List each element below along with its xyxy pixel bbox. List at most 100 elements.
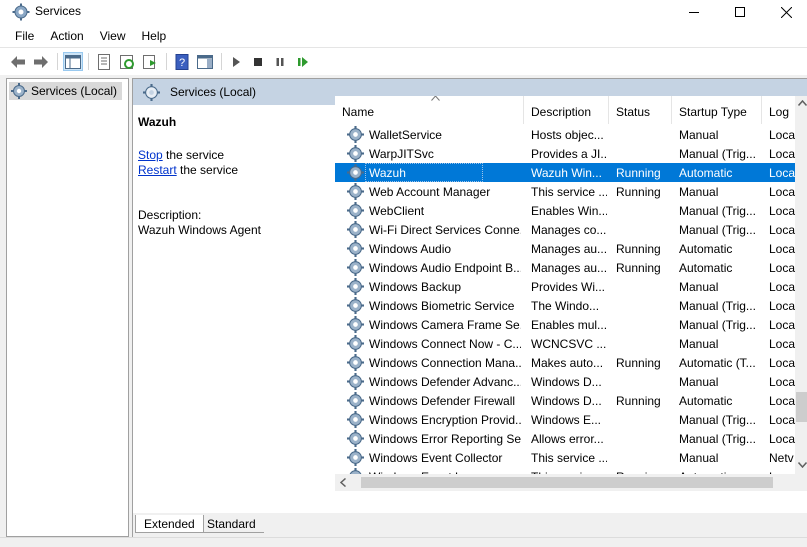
column-header-description[interactable]: Description [524, 96, 609, 124]
service-row[interactable]: Windows Audio Manages au... Running Automat… [335, 239, 795, 258]
resume-service-button[interactable] [293, 52, 313, 71]
help-book-icon: ? [175, 53, 189, 70]
tab-standard[interactable]: Standard [199, 515, 264, 533]
pane-title: Services (Local) [170, 85, 257, 99]
service-gear-icon [347, 297, 364, 314]
menu-help[interactable]: Help [134, 26, 175, 46]
service-description-cell: The Windo... [531, 299, 600, 313]
vertical-scrollbar[interactable] [795, 96, 807, 474]
service-row[interactable]: Wi-Fi Direct Services Conne... Manages co… [335, 220, 795, 239]
service-name-cell: Windows Encryption Provid... [369, 413, 521, 427]
export-list-button[interactable] [140, 52, 160, 71]
pause-icon [276, 57, 284, 66]
refresh-button[interactable] [117, 52, 137, 71]
show-hide-action-pane-button[interactable] [195, 52, 215, 71]
service-description-cell: WCNCSVC ... [531, 337, 607, 351]
service-gear-icon [347, 335, 364, 352]
close-icon [780, 6, 792, 18]
service-row[interactable]: WalletService Hosts objec... Manual Loca [335, 125, 795, 144]
service-description-cell: Makes auto... [531, 356, 604, 370]
service-gear-icon [347, 145, 364, 162]
service-row[interactable]: Windows Backup Provides Wi... Manual Loca [335, 277, 795, 296]
service-row[interactable]: Windows Defender Advanc... Windows D... Ma… [335, 372, 795, 391]
service-name-cell: Windows Connection Mana... [369, 356, 521, 370]
column-header-label: Startup Type [679, 105, 747, 119]
service-row[interactable]: Windows Event Collector This service ... M… [335, 448, 795, 467]
service-log-on-as-cell: Loca [769, 204, 795, 218]
console-tree: Services (Local) [6, 78, 129, 537]
service-name-cell: Wi-Fi Direct Services Conne... [369, 223, 521, 237]
service-row[interactable]: Windows Audio Endpoint B... Manages au...… [335, 258, 795, 277]
close-button[interactable] [763, 0, 807, 24]
view-tabs: Extended Standard [133, 513, 807, 538]
restart-service-link[interactable]: Restart [138, 163, 177, 177]
service-row[interactable]: Windows Defender Firewall Windows D... Run… [335, 391, 795, 410]
service-log-on-as-cell: Loca [769, 413, 795, 427]
service-row[interactable]: Windows Connect Now - C... WCNCSVC ... Man… [335, 334, 795, 353]
service-gear-icon [347, 259, 364, 276]
column-header-startup-type[interactable]: Startup Type [672, 96, 762, 124]
service-log-on-as-cell: Loca [769, 356, 795, 370]
service-name-cell: Windows Error Reporting Se... [369, 432, 521, 446]
service-description-cell: Windows E... [531, 413, 602, 427]
service-row[interactable]: Wazuh Wazuh Win... Running Automatic Loca [335, 163, 795, 182]
service-name-cell: Windows Defender Firewall [369, 394, 516, 408]
service-row[interactable]: Windows Encryption Provid... Windows E...… [335, 410, 795, 429]
service-log-on-as-cell: Loca [769, 185, 795, 199]
description-text: Wazuh Windows Agent [138, 223, 261, 237]
service-log-on-as-cell: Loca [769, 223, 795, 237]
service-status-cell: Running [616, 394, 661, 408]
vertical-scroll-thumb[interactable] [796, 392, 807, 422]
service-gear-icon [347, 430, 364, 447]
menu-view[interactable]: View [92, 26, 134, 46]
column-header-name[interactable]: Name [335, 96, 524, 124]
horizontal-scroll-thumb[interactable] [361, 477, 773, 488]
service-startup-type-cell: Automatic [679, 166, 733, 180]
help-button[interactable]: ? [172, 52, 192, 71]
service-log-on-as-cell: Loca [769, 299, 795, 313]
service-row[interactable]: Windows Connection Mana... Makes auto... R… [335, 353, 795, 372]
service-row[interactable]: WebClient Enables Win... Manual (Trig... Lo… [335, 201, 795, 220]
service-startup-type-cell: Automatic (T... [679, 356, 756, 370]
properties-button[interactable] [94, 52, 114, 71]
status-bar [0, 537, 807, 547]
pause-service-button[interactable] [270, 52, 290, 71]
show-hide-console-tree-button[interactable] [63, 52, 83, 71]
tree-item-services-local[interactable]: Services (Local) [9, 82, 123, 100]
service-description-cell: Windows D... [531, 394, 602, 408]
menu-bar: File Action View Help [0, 26, 807, 46]
service-row[interactable]: Web Account Manager This service ... Runni… [335, 182, 795, 201]
menu-action[interactable]: Action [42, 26, 91, 46]
scroll-down-icon [798, 462, 807, 468]
service-description-cell: This service ... [531, 185, 607, 199]
service-startup-type-cell: Manual [679, 451, 719, 465]
start-service-button[interactable] [226, 52, 246, 71]
tree-item-label: Services (Local) [31, 84, 118, 98]
stop-service-button[interactable] [248, 52, 268, 71]
column-header-status[interactable]: Status [609, 96, 672, 124]
tab-extended[interactable]: Extended [135, 515, 204, 533]
service-status-cell: Running [616, 242, 661, 256]
service-gear-icon [347, 278, 364, 295]
service-log-on-as-cell: Loca [769, 242, 795, 256]
service-row[interactable]: Windows Camera Frame Se... Enables mul...… [335, 315, 795, 334]
service-name-cell: Windows Backup [369, 280, 462, 294]
service-name-cell: Windows Audio [369, 242, 452, 256]
back-arrow-icon [11, 55, 25, 68]
restart-action-text: the service [176, 163, 239, 177]
stop-service-link[interactable]: Stop [138, 148, 163, 162]
service-log-on-as-cell: Loca [769, 261, 795, 275]
back-button[interactable] [8, 52, 28, 71]
service-row[interactable]: Windows Error Reporting Se... Allows erro… [335, 429, 795, 448]
column-header-label: Description [531, 105, 592, 119]
maximize-button[interactable] [717, 0, 763, 24]
menu-file[interactable]: File [0, 26, 42, 46]
minimize-button[interactable] [671, 0, 717, 24]
service-startup-type-cell: Automatic [679, 261, 733, 275]
service-startup-type-cell: Manual [679, 337, 719, 351]
forward-button[interactable] [31, 52, 51, 71]
horizontal-scrollbar[interactable] [335, 474, 795, 491]
service-row[interactable]: Windows Biometric Service The Windo... Man… [335, 296, 795, 315]
service-row[interactable]: WarpJITSvc Provides a JI... Manual (Trig..… [335, 144, 795, 163]
service-gear-icon [347, 183, 364, 200]
